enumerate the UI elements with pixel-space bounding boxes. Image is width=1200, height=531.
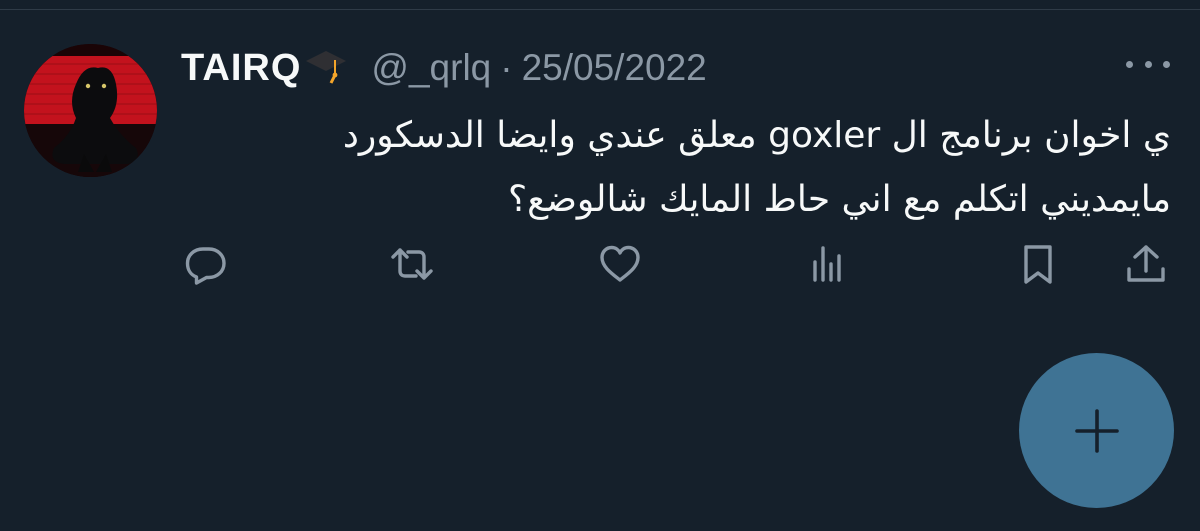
display-name[interactable]: TAIRQ (181, 47, 301, 90)
dot-icon (1163, 60, 1170, 68)
dot-icon (1126, 60, 1133, 68)
more-options-icon[interactable] (1126, 56, 1170, 72)
retweet-icon (391, 248, 433, 280)
reply-icon (185, 247, 226, 285)
tweet-text-line: مايمديني اتكلم مع اني حاط المايك شالوضع؟ (508, 179, 1171, 220)
heart-icon (600, 245, 640, 282)
share-button[interactable] (1120, 238, 1172, 290)
retweet-button[interactable] (386, 238, 438, 290)
tweet-text-line: ي اخوان برنامج ال goxler معلق عندي وايضا… (342, 115, 1171, 156)
graduation-cap-icon (305, 47, 347, 89)
dot-icon (1144, 60, 1152, 68)
tweet-text: ي اخوان برنامج ال goxler معلق عندي وايضا… (181, 104, 1171, 232)
tweet-date[interactable]: 25/05/2022 (522, 47, 707, 89)
plus-icon (1074, 408, 1119, 453)
avatar-image (24, 44, 157, 177)
views-button[interactable] (802, 238, 854, 290)
compose-button[interactable] (1019, 353, 1174, 508)
like-button[interactable] (594, 238, 646, 290)
analytics-icon (813, 246, 841, 282)
bookmark-icon (1024, 245, 1052, 284)
avatar[interactable] (24, 44, 157, 177)
bookmark-button[interactable] (1012, 238, 1064, 290)
separator-dot: · (500, 47, 513, 88)
tweet-header: TAIRQ @_qrlq · 25/05/2022 (181, 40, 707, 96)
user-handle[interactable]: @_qrlq (371, 47, 491, 89)
reply-button[interactable] (180, 238, 232, 290)
divider (0, 9, 1200, 10)
share-icon (1127, 245, 1165, 282)
tweet-screen: TAIRQ @_qrlq · 25/05/2022 ي اخوان برنامج… (0, 0, 1200, 531)
